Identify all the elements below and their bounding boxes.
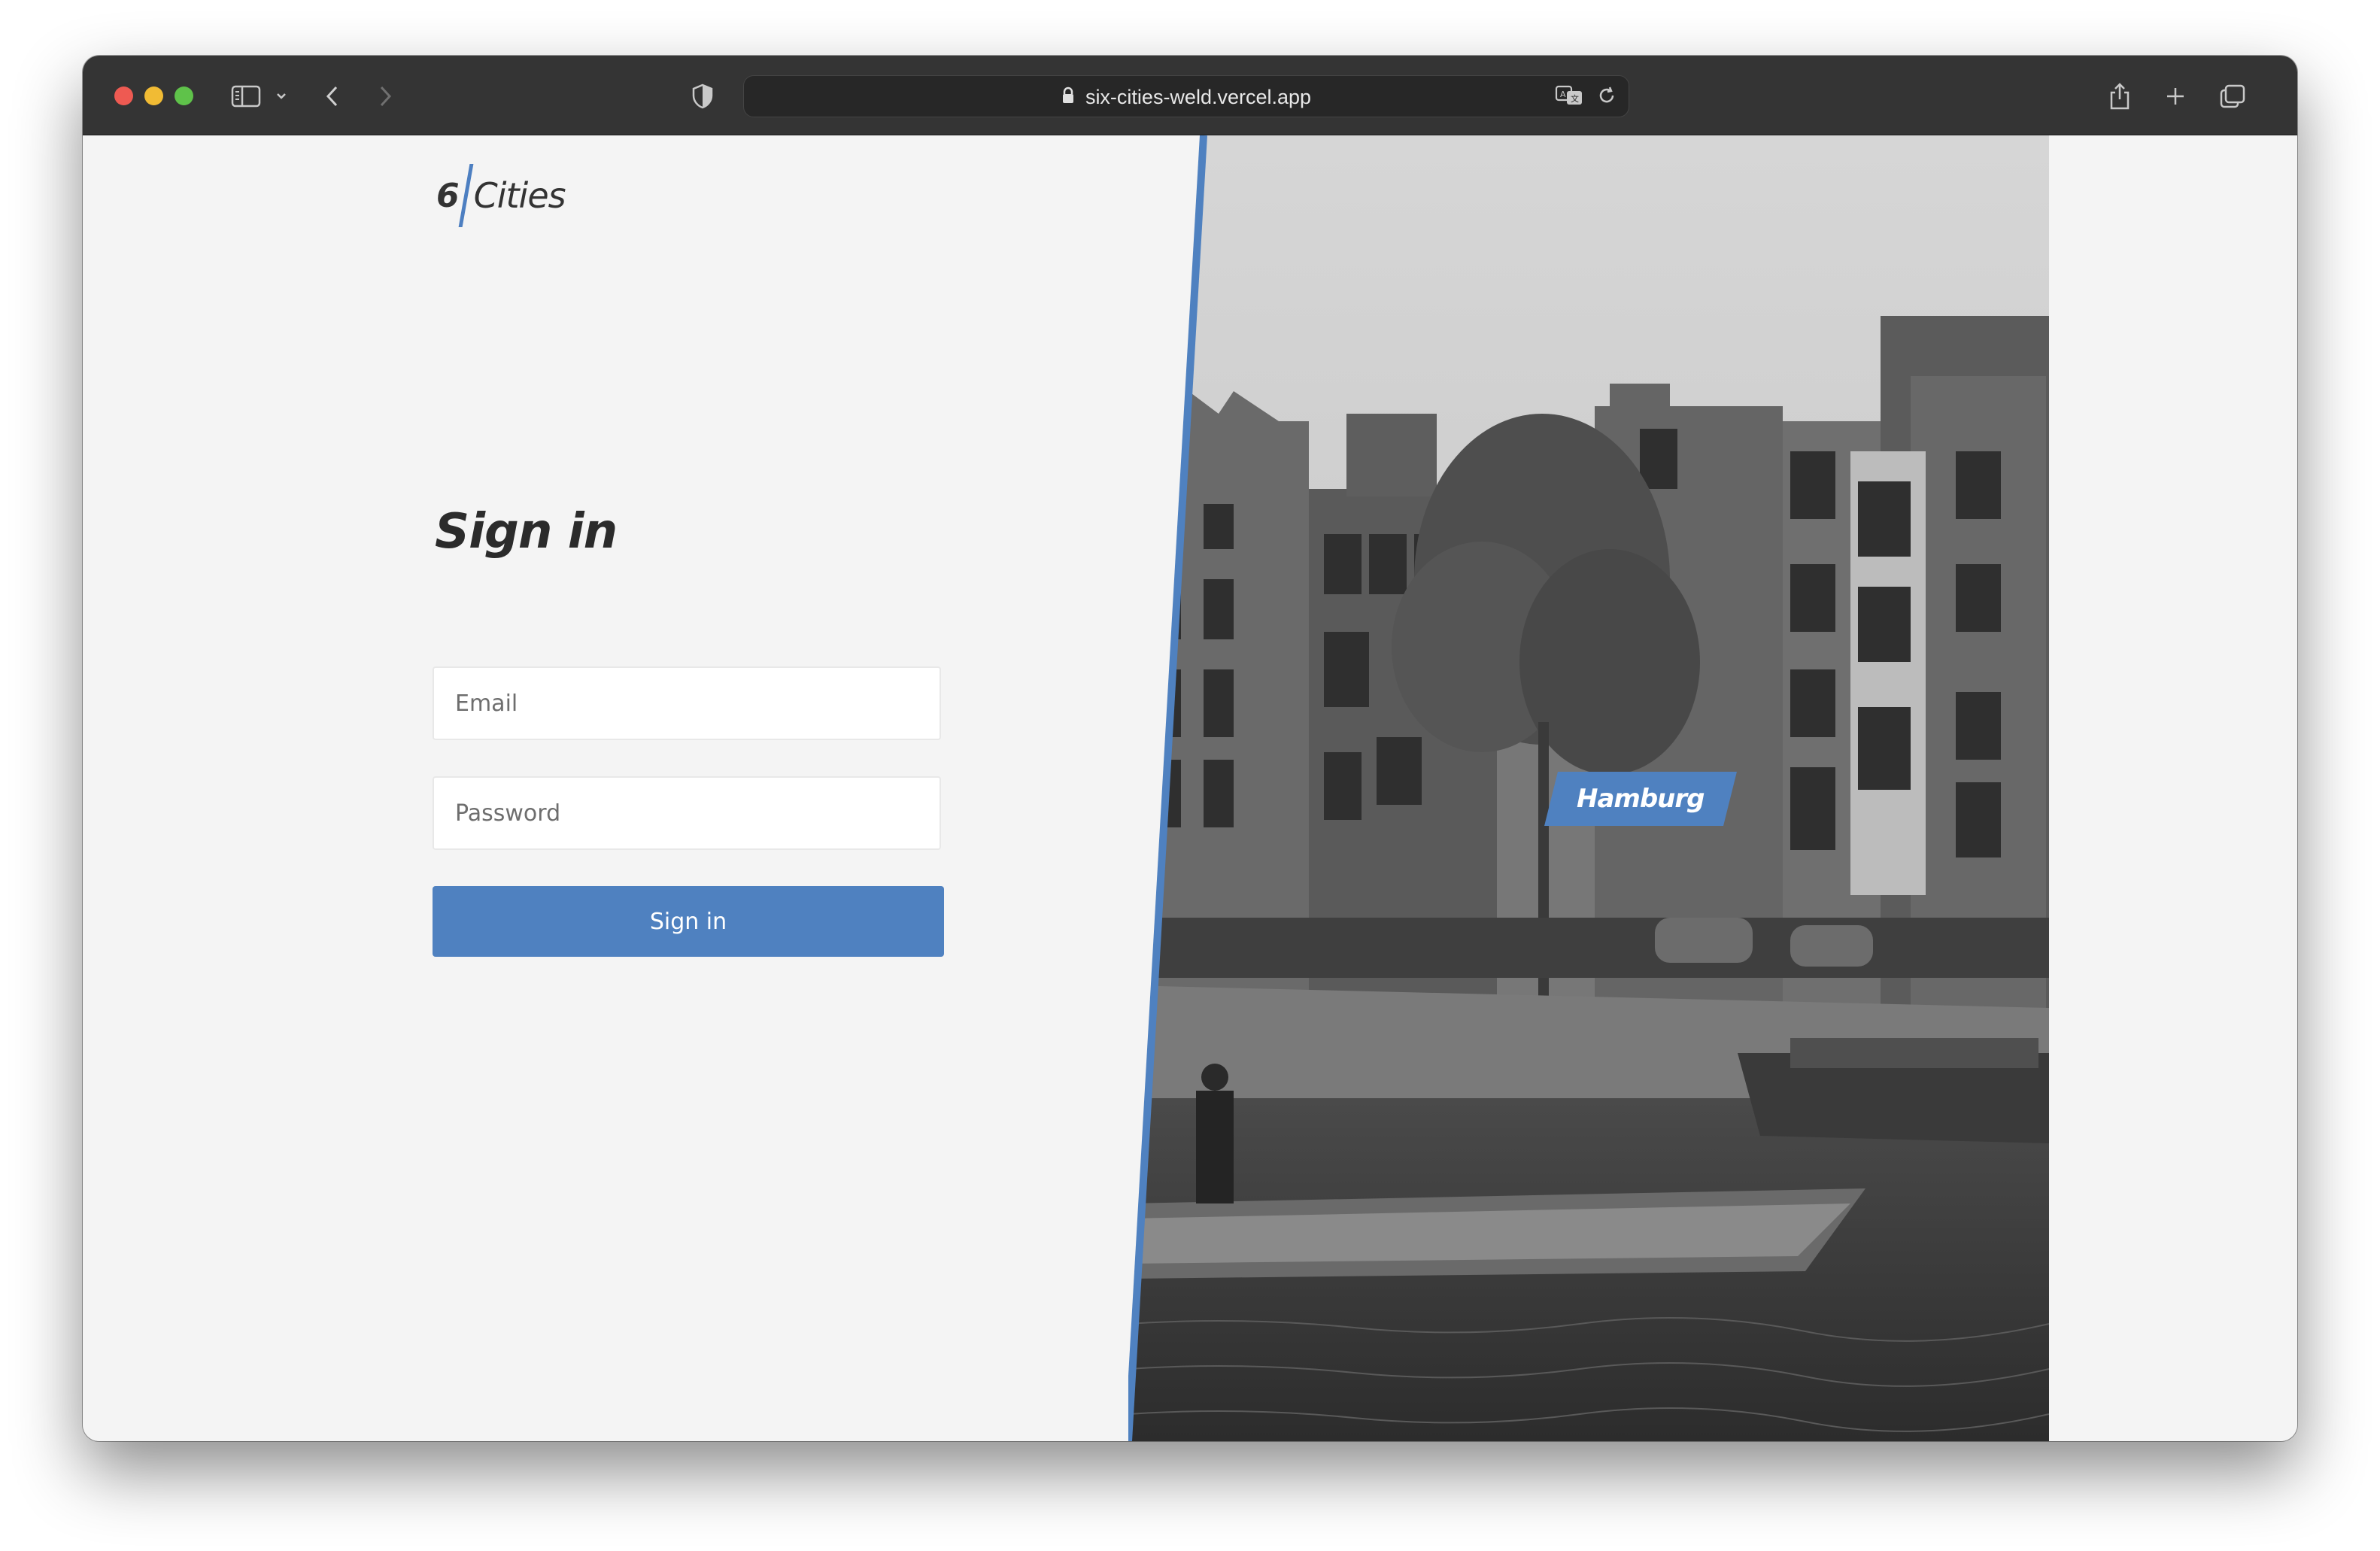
browser-window: six-cities-weld.vercel.app A文 6 Cities S… xyxy=(83,56,2297,1441)
translate-icon[interactable]: A文 xyxy=(1555,84,1585,111)
page-title: Sign in xyxy=(435,504,618,560)
zoom-window-button[interactable] xyxy=(175,87,193,105)
password-field[interactable] xyxy=(433,776,941,850)
new-tab-icon[interactable] xyxy=(2162,77,2189,116)
close-window-button[interactable] xyxy=(114,87,133,105)
svg-text:A: A xyxy=(1560,90,1566,99)
email-field[interactable] xyxy=(433,666,941,740)
forward-icon[interactable] xyxy=(373,77,397,116)
logo-word: Cities xyxy=(473,175,566,216)
svg-text:文: 文 xyxy=(1571,93,1579,104)
logo[interactable]: 6 Cities xyxy=(436,164,566,227)
page-content: 6 Cities Sign in Sign in xyxy=(83,135,2297,1441)
address-bar[interactable]: six-cities-weld.vercel.app A文 xyxy=(743,75,1629,117)
back-icon[interactable] xyxy=(320,77,345,116)
sidebar-icon[interactable] xyxy=(229,77,263,116)
sign-in-button[interactable]: Sign in xyxy=(433,886,944,957)
url-text: six-cities-weld.vercel.app xyxy=(1085,85,1312,108)
browser-toolbar: six-cities-weld.vercel.app A文 xyxy=(83,56,2297,135)
shield-icon[interactable] xyxy=(689,77,716,116)
logo-number: 6 xyxy=(436,176,460,215)
minimize-window-button[interactable] xyxy=(144,87,163,105)
city-name: Hamburg xyxy=(1577,784,1705,814)
logo-divider xyxy=(458,164,474,227)
lock-icon xyxy=(1061,87,1075,108)
chevron-down-icon[interactable] xyxy=(272,77,290,116)
city-badge[interactable]: Hamburg xyxy=(1544,772,1737,826)
tabs-overview-icon[interactable] xyxy=(2218,77,2248,116)
share-icon[interactable] xyxy=(2106,77,2133,116)
reload-icon[interactable] xyxy=(1597,85,1617,110)
